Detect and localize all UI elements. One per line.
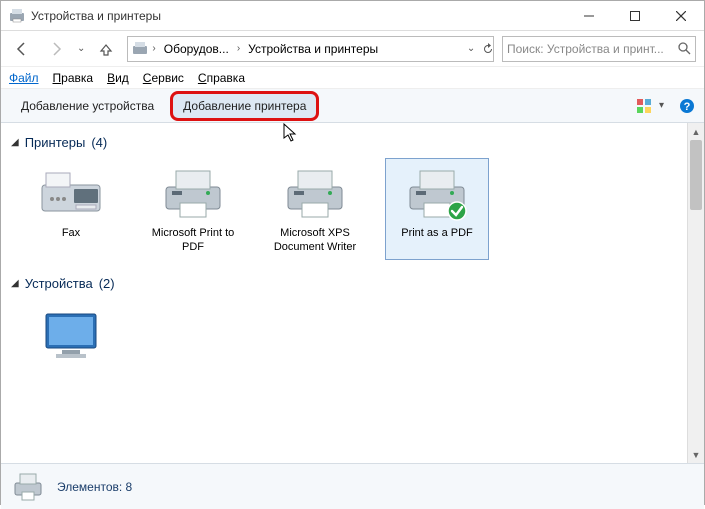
status-elements-count: 8 — [126, 480, 133, 494]
forward-button[interactable] — [43, 36, 69, 62]
view-options-icon[interactable] — [635, 97, 653, 115]
chevron-right-icon: › — [237, 43, 240, 54]
vertical-scrollbar[interactable]: ▲ ▼ — [687, 123, 704, 463]
up-button[interactable] — [93, 36, 119, 62]
menu-service[interactable]: Сервис — [143, 71, 184, 85]
printers-items: Fax Microsoft Print to PDF Microsoft XPS… — [11, 158, 677, 260]
device-item-xps[interactable]: Microsoft XPS Document Writer — [263, 158, 367, 260]
printer-icon — [157, 163, 229, 223]
caret-down-icon: ◢ — [11, 278, 19, 289]
printer-icon — [401, 163, 473, 223]
device-item-ms-print-pdf[interactable]: Microsoft Print to PDF — [141, 158, 245, 260]
scroll-down-button[interactable]: ▼ — [688, 446, 704, 463]
refresh-button[interactable] — [481, 42, 495, 56]
back-button[interactable] — [9, 36, 35, 62]
device-label: Microsoft Print to PDF — [146, 227, 240, 255]
status-bar: Элементов: 8 — [1, 463, 704, 509]
breadcrumb-level1[interactable]: Оборудов... — [160, 40, 233, 58]
window-title: Устройства и принтеры — [31, 9, 566, 23]
close-button[interactable] — [658, 1, 704, 31]
menu-bar: Файл Правка Вид Сервис Справка — [1, 67, 704, 89]
status-printer-icon — [11, 470, 45, 504]
default-checkmark-icon — [447, 201, 467, 221]
address-dropdown[interactable]: ⌄ — [467, 43, 475, 54]
search-icon — [678, 42, 691, 55]
chevron-right-icon: › — [152, 43, 155, 54]
caret-down-icon: ◢ — [11, 137, 19, 148]
breadcrumb-level2[interactable]: Устройства и принтеры — [244, 40, 382, 58]
svg-text:?: ? — [684, 101, 691, 113]
device-item-print-as-pdf[interactable]: Print as a PDF — [385, 158, 489, 260]
group-title-printers: Принтеры — [25, 135, 86, 150]
devices-items — [11, 299, 677, 401]
group-header-printers[interactable]: ◢ Принтеры (4) — [11, 135, 677, 150]
scroll-thumb[interactable] — [690, 140, 702, 210]
group-title-devices: Устройства — [25, 276, 93, 291]
add-printer-button[interactable]: Добавление принтера — [170, 91, 319, 121]
device-label: Print as a PDF — [401, 227, 473, 255]
search-input[interactable] — [507, 42, 691, 56]
search-box[interactable] — [502, 36, 696, 62]
group-header-devices[interactable]: ◢ Устройства (2) — [11, 276, 677, 291]
printer-icon — [279, 163, 351, 223]
group-count-printers: (4) — [91, 135, 107, 150]
monitor-icon — [35, 304, 107, 364]
title-bar: Устройства и принтеры — [1, 1, 704, 31]
group-count-devices: (2) — [99, 276, 115, 291]
history-dropdown[interactable]: ⌄ — [77, 43, 85, 54]
device-label: Fax — [62, 227, 80, 255]
address-icon — [132, 41, 148, 57]
scroll-up-button[interactable]: ▲ — [688, 123, 704, 140]
minimize-button[interactable] — [566, 1, 612, 31]
add-device-button[interactable]: Добавление устройства — [9, 92, 166, 120]
menu-file[interactable]: Файл — [9, 71, 39, 85]
device-label: Microsoft XPS Document Writer — [268, 227, 362, 255]
menu-view[interactable]: Вид — [107, 71, 129, 85]
address-bar[interactable]: › Оборудов... › Устройства и принтеры ⌄ — [127, 36, 494, 62]
view-options-dropdown[interactable]: ▾ — [659, 100, 664, 111]
content-area: ◢ Принтеры (4) Fax Microsoft Print to PD… — [1, 123, 704, 463]
help-icon[interactable]: ? — [678, 97, 696, 115]
maximize-button[interactable] — [612, 1, 658, 31]
window-icon — [9, 8, 25, 24]
device-item-fax[interactable]: Fax — [19, 158, 123, 260]
menu-edit[interactable]: Правка — [53, 71, 94, 85]
toolbar: Добавление устройства Добавление принтер… — [1, 89, 704, 123]
menu-help[interactable]: Справка — [198, 71, 245, 85]
nav-row: ⌄ › Оборудов... › Устройства и принтеры … — [1, 31, 704, 67]
status-elements-label: Элементов: — [57, 480, 122, 494]
fax-icon — [35, 163, 107, 223]
device-item-monitor[interactable] — [19, 299, 123, 401]
